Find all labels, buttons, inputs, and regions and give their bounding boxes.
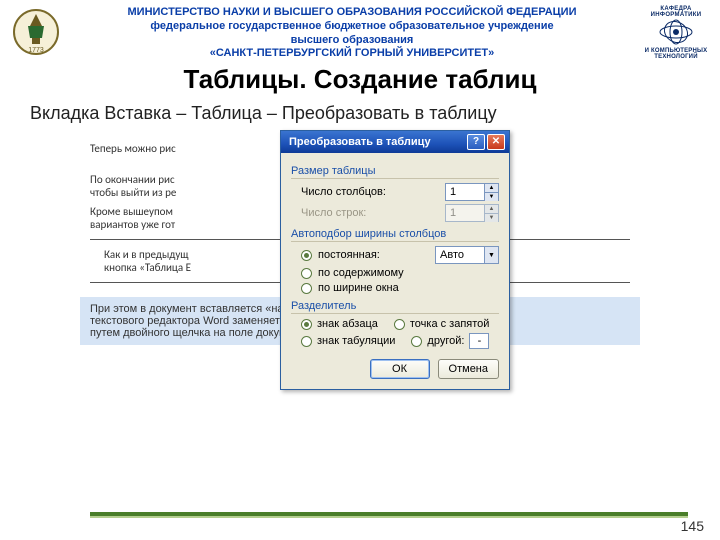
radio-sep-other-label: другой: (427, 335, 464, 347)
help-button[interactable]: ? (467, 134, 485, 150)
slide-title: Таблицы. Создание таблиц (0, 64, 720, 95)
dialog-titlebar[interactable]: Преобразовать в таблицу ? ✕ (281, 131, 509, 153)
radio-sep-semicolon-label: точка с запятой (410, 318, 490, 330)
chevron-down-icon[interactable]: ▼ (484, 247, 498, 263)
fixed-width-input[interactable] (436, 247, 484, 263)
rows-spinner: ▲▼ (445, 204, 499, 222)
convert-to-table-dialog: Преобразовать в таблицу ? ✕ Размер табли… (280, 130, 510, 390)
dept-label-bot2: ТЕХНОЛОГИЙ (644, 54, 708, 60)
doc-text: Теперь можно рис (90, 142, 176, 155)
doc-text: Кроме вышеупом (90, 205, 173, 218)
columns-label: Число столбцов: (301, 186, 386, 198)
radio-sep-tab[interactable] (301, 336, 312, 347)
spin-down-icon[interactable]: ▼ (485, 193, 498, 201)
footer-rule (90, 512, 688, 518)
ministry-line-1: МИНИСТЕРСТВО НАУКИ И ВЫСШЕГО ОБРАЗОВАНИЯ… (64, 6, 640, 20)
spin-up-icon: ▲ (485, 205, 498, 214)
columns-spinner[interactable]: ▲▼ (445, 183, 499, 201)
sep-other-input[interactable] (469, 333, 489, 349)
ministry-line-4: «САНКТ-ПЕТЕРБУРГСКИЙ ГОРНЫЙ УНИВЕРСИТЕТ» (64, 47, 640, 61)
doc-text: Как и в предыдущ (104, 248, 189, 261)
slide-subtitle: Вкладка Вставка – Таблица – Преобразоват… (0, 95, 720, 130)
radio-autofit-content-label: по содержимому (318, 267, 404, 279)
spin-up-icon[interactable]: ▲ (485, 184, 498, 193)
page-number: 145 (681, 518, 704, 534)
radio-fixed-label: постоянная: (318, 249, 380, 261)
radio-fixed[interactable] (301, 250, 312, 261)
fixed-width-combo[interactable]: ▼ (435, 246, 499, 264)
doc-text: кнопка «Таблица E (104, 261, 191, 274)
radio-sep-semicolon[interactable] (394, 319, 405, 330)
radio-sep-tab-label: знак табуляции (317, 335, 395, 347)
doc-text: По окончании рис (90, 173, 175, 186)
ministry-line-2: федеральное государственное бюджетное об… (64, 20, 640, 34)
slide-header: 1773 МИНИСТЕРСТВО НАУКИ И ВЫСШЕГО ОБРАЗО… (0, 0, 720, 64)
radio-autofit-content[interactable] (301, 268, 312, 279)
ministry-heading: МИНИСТЕРСТВО НАУКИ И ВЫСШЕГО ОБРАЗОВАНИЯ… (60, 6, 644, 61)
spin-down-icon: ▼ (485, 214, 498, 222)
group-table-size: Размер таблицы (291, 165, 499, 179)
screenshot-composite: Теперь можно риски таблиц По окончании р… (80, 130, 640, 297)
radio-sep-paragraph[interactable] (301, 319, 312, 330)
radio-sep-paragraph-label: знак абзаца (317, 318, 378, 330)
ok-button[interactable]: ОК (370, 359, 430, 379)
group-separator: Разделитель (291, 300, 499, 314)
dept-label-mid: ИНФОРМАТИКИ (644, 12, 708, 18)
rows-input (446, 205, 484, 221)
doc-text: вариантов уже гот (90, 218, 175, 231)
department-emblem: КАФЕДРА ИНФОРМАТИКИ И КОМПЬЮТЕРНЫХ ТЕХНО… (644, 6, 708, 62)
university-emblem: 1773 (12, 8, 60, 56)
doc-text: чтобы выйти из ре (90, 186, 176, 199)
dialog-title: Преобразовать в таблицу (289, 136, 431, 148)
radio-autofit-window-label: по ширине окна (318, 282, 399, 294)
radio-autofit-window[interactable] (301, 283, 312, 294)
close-button[interactable]: ✕ (487, 134, 505, 150)
ministry-line-3: высшего образования (64, 34, 640, 48)
columns-input[interactable] (446, 184, 484, 200)
emblem-year: 1773 (28, 47, 44, 54)
cancel-button[interactable]: Отмена (438, 359, 499, 379)
group-autofit: Автоподбор ширины столбцов (291, 228, 499, 242)
radio-sep-other[interactable] (411, 336, 422, 347)
rows-label: Число строк: (301, 207, 366, 219)
